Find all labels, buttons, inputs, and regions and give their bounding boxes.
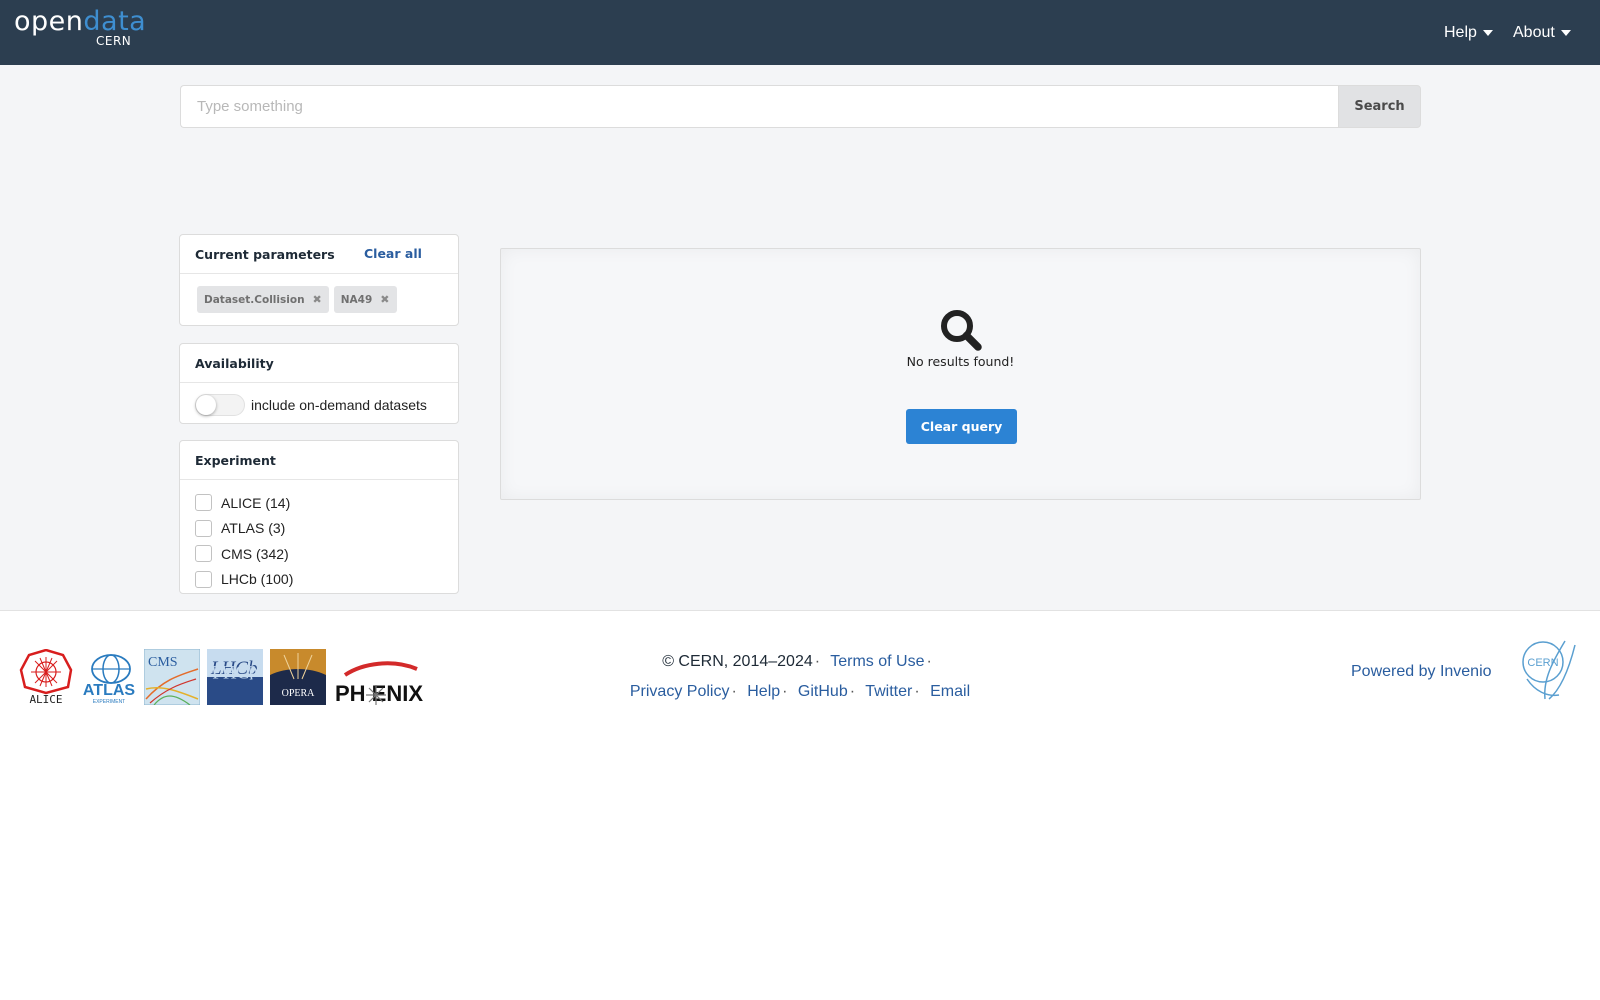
- separator: ·: [814, 653, 821, 670]
- svg-text:CERN: CERN: [1527, 657, 1558, 669]
- experiment-options: ALICE (14) ATLAS (3) CMS (342) LHCb (100…: [180, 480, 458, 595]
- alice-logo[interactable]: ALICE: [18, 649, 74, 705]
- checkbox[interactable]: [195, 570, 212, 588]
- svg-text:EXPERIMENT: EXPERIMENT: [93, 699, 126, 705]
- caret-down-icon: [1560, 30, 1571, 36]
- on-demand-toggle-label: include on-demand datasets: [251, 397, 427, 413]
- option-label: LHCb (100): [221, 571, 294, 588]
- option-label: ALICE (14): [221, 494, 291, 511]
- parameter-chips: Dataset.Collision ✖ NA49 ✖: [180, 274, 458, 325]
- toggle-knob: [196, 395, 216, 415]
- remove-icon[interactable]: ✖: [313, 293, 322, 306]
- option-label: CMS (342): [221, 545, 289, 562]
- availability-header: Availability: [180, 344, 458, 383]
- opera-logo[interactable]: OPERA: [270, 649, 326, 705]
- clear-query-button[interactable]: Clear query: [906, 409, 1017, 444]
- caret-down-icon: [1482, 30, 1493, 36]
- atlas-logo[interactable]: ATLAS EXPERIMENT: [81, 649, 137, 705]
- experiment-title: Experiment: [195, 452, 276, 468]
- lhcb-logo[interactable]: LHCb LHCb: [207, 649, 263, 705]
- current-parameters-header: Current parameters Clear all: [180, 235, 458, 274]
- logo-open-text: open: [14, 6, 84, 37]
- experiment-option-alice[interactable]: ALICE (14): [195, 490, 443, 516]
- svg-text:ATLAS: ATLAS: [83, 682, 135, 699]
- logo-cern-text: CERN: [96, 34, 132, 48]
- logo-data-text: data: [83, 6, 147, 37]
- cern-logo[interactable]: CERN: [1515, 639, 1579, 701]
- about-menu[interactable]: About: [1513, 24, 1571, 42]
- privacy-policy-link[interactable]: Privacy Policy: [630, 683, 730, 700]
- copyright-text: © CERN, 2014–2024: [662, 653, 813, 670]
- powered-by-invenio-link[interactable]: Powered by Invenio: [1351, 663, 1492, 681]
- footer-links: © CERN, 2014–2024 · Terms of Use · Privacy…: [580, 647, 1020, 707]
- help-menu-label: Help: [1444, 24, 1477, 41]
- separator: ·: [914, 683, 920, 700]
- separator: ·: [849, 683, 856, 700]
- current-parameters-panel: Current parameters Clear all Dataset.Col…: [179, 234, 459, 326]
- about-menu-label: About: [1513, 24, 1555, 41]
- current-parameters-title: Current parameters: [195, 246, 335, 262]
- svg-text:OPERA: OPERA: [282, 688, 316, 699]
- checkbox[interactable]: [195, 545, 212, 563]
- chip-label: Dataset.Collision: [204, 293, 305, 306]
- email-link[interactable]: Email: [930, 683, 970, 700]
- footer-line-1: © CERN, 2014–2024 · Terms of Use ·: [580, 647, 1020, 677]
- experiment-option-atlas[interactable]: ATLAS (3): [195, 516, 443, 542]
- experiment-facet-panel: Experiment ALICE (14) ATLAS (3) CMS (342…: [179, 440, 459, 594]
- separator: ·: [926, 653, 932, 670]
- availability-title: Availability: [195, 355, 274, 371]
- experiment-option-cms[interactable]: CMS (342): [195, 541, 443, 567]
- search-bar: Search: [180, 85, 1421, 128]
- clear-all-link[interactable]: Clear all: [364, 246, 422, 261]
- search-results-panel: No results found! Clear query: [500, 248, 1421, 500]
- phenix-logo[interactable]: PH ENIX: [333, 649, 445, 705]
- footer-help-link[interactable]: Help: [747, 683, 780, 700]
- chip-label: NA49: [340, 293, 373, 306]
- search-icon: [941, 310, 982, 351]
- svg-text:LHCb: LHCb: [210, 661, 257, 682]
- twitter-link[interactable]: Twitter: [865, 683, 912, 700]
- logo-wordmark: opendata: [14, 6, 146, 37]
- top-navbar: opendata CERN Help About: [0, 0, 1600, 65]
- experiment-option-lhcb[interactable]: LHCb (100): [195, 567, 443, 593]
- svg-text:PH ENIX: PH ENIX: [335, 681, 423, 705]
- search-button[interactable]: Search: [1338, 85, 1421, 128]
- svg-text:CMS: CMS: [148, 655, 178, 670]
- experiment-header: Experiment: [180, 441, 458, 480]
- footer-line-2: Privacy Policy · Help · GitHub · Twitter · E…: [580, 677, 1020, 707]
- experiment-logos: ALICE ATLAS EXPERIMENT CMS LHCb LHCb OPE…: [18, 649, 445, 705]
- on-demand-toggle-row: include on-demand datasets: [180, 383, 458, 427]
- parameter-chip-dataset-collision[interactable]: Dataset.Collision ✖: [197, 286, 329, 313]
- main-content: Search Current parameters Clear all Data…: [0, 65, 1600, 610]
- no-results-message: No results found!: [906, 354, 1015, 369]
- help-menu[interactable]: Help: [1444, 24, 1493, 42]
- github-link[interactable]: GitHub: [798, 683, 848, 700]
- availability-panel: Availability include on-demand datasets: [179, 343, 459, 424]
- opendata-cern-logo[interactable]: opendata CERN: [14, 6, 146, 52]
- option-label: ATLAS (3): [221, 520, 286, 537]
- separator: ·: [731, 683, 737, 700]
- remove-icon[interactable]: ✖: [380, 293, 389, 306]
- on-demand-toggle[interactable]: [195, 394, 245, 416]
- svg-text:ALICE: ALICE: [29, 693, 62, 705]
- checkbox[interactable]: [195, 494, 212, 512]
- search-input[interactable]: [180, 85, 1338, 128]
- footer: ALICE ATLAS EXPERIMENT CMS LHCb LHCb OPE…: [0, 610, 1600, 725]
- parameter-chip-na49[interactable]: NA49 ✖: [333, 286, 397, 313]
- checkbox[interactable]: [195, 519, 212, 537]
- separator: ·: [782, 683, 788, 700]
- terms-of-use-link[interactable]: Terms of Use: [830, 653, 924, 670]
- cms-logo[interactable]: CMS: [144, 649, 200, 705]
